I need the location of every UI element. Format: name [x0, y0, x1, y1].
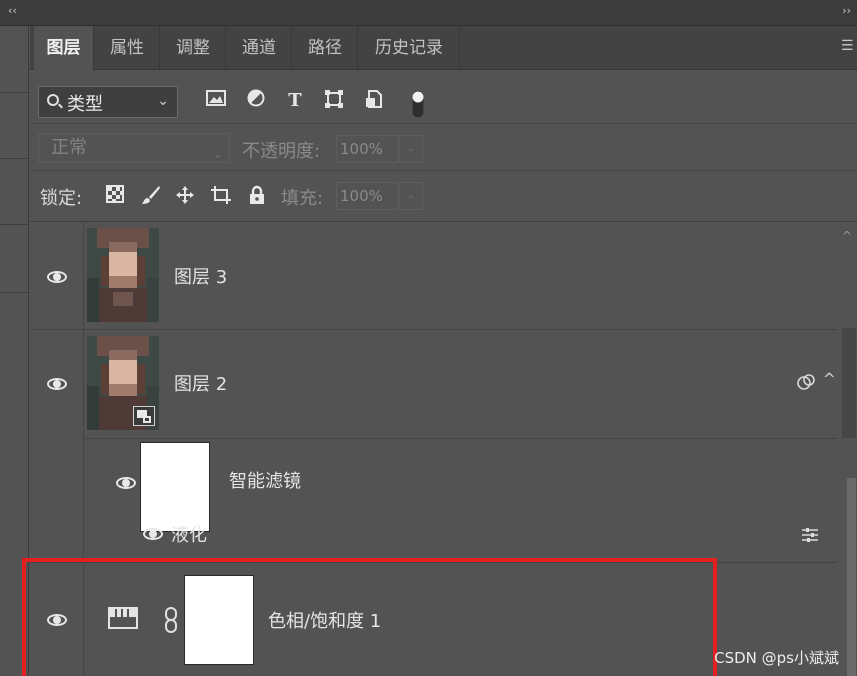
lock-artboard-icon[interactable]: [210, 185, 232, 207]
opacity-label: 不透明度:: [242, 141, 321, 162]
lock-transparent-icon[interactable]: [104, 185, 126, 207]
scrollbar-thumb[interactable]: [847, 478, 856, 676]
opacity-dropdown-button[interactable]: ⌄: [399, 135, 423, 163]
watermark: CSDN @ps小斌斌: [714, 649, 839, 667]
panel-tab-bar: 图层 属性 调整 通道 路径 历史记录 ☰: [30, 26, 857, 71]
layer-thumbnail: [87, 336, 159, 430]
blend-row: 正常 ⌄ 不透明度: 100% ⌄: [30, 125, 857, 171]
opacity-field[interactable]: 100%: [336, 135, 398, 163]
chevron-down-icon: ⌄: [212, 147, 223, 161]
blend-mode-label: 正常: [51, 137, 87, 158]
lock-image-icon[interactable]: [140, 185, 162, 207]
fill-label: 填充:: [281, 188, 324, 209]
panel-title-bar: ‹‹ ››: [0, 0, 857, 26]
visibility-eye-icon[interactable]: [47, 271, 67, 283]
panel-menu-icon[interactable]: ☰: [841, 38, 855, 54]
collapse-left-icon[interactable]: ‹‹: [8, 4, 17, 18]
shape-filter-icon[interactable]: [322, 89, 346, 113]
layer-row-3[interactable]: 图层 3: [30, 223, 837, 329]
scrollbar-track-segment: [842, 328, 856, 438]
chevron-down-icon: ⌄: [157, 93, 169, 109]
lock-position-icon[interactable]: [174, 185, 196, 207]
smart-filter-indicator-icon: [796, 373, 818, 391]
tab-layers[interactable]: 图层: [34, 26, 94, 71]
search-icon: [47, 94, 59, 106]
fill-field[interactable]: 100%: [336, 182, 398, 210]
smart-filter-row[interactable]: 智能滤镜 液化: [83, 439, 837, 546]
smart-filter-mask-thumbnail[interactable]: [140, 442, 210, 532]
fill-dropdown-button[interactable]: ⌄: [399, 182, 423, 210]
image-filter-icon[interactable]: [204, 89, 228, 113]
layer-row-2[interactable]: 图层 2 ^: [30, 330, 837, 438]
highlight-annotation: [22, 558, 717, 676]
lock-row: 锁定: 填充: 100% ⌄: [30, 172, 857, 222]
type-filter-icon[interactable]: T: [283, 89, 307, 113]
dock-divider: [0, 92, 29, 93]
tab-paths[interactable]: 路径: [293, 26, 358, 70]
collapse-effects-icon[interactable]: ^: [823, 370, 836, 388]
filter-blending-options-icon[interactable]: [801, 527, 819, 543]
smart-filter-label: 智能滤镜: [229, 471, 301, 492]
layer-thumbnail: [87, 228, 159, 322]
blend-mode-select[interactable]: 正常 ⌄: [38, 133, 230, 163]
layer-name: 图层 2: [174, 374, 228, 395]
dock-divider: [0, 224, 29, 225]
visibility-eye-icon[interactable]: [143, 528, 163, 540]
lock-all-icon[interactable]: [246, 185, 268, 207]
visibility-eye-icon[interactable]: [47, 378, 67, 390]
filter-kind-label: 类型: [67, 94, 103, 115]
tab-adjustments[interactable]: 调整: [161, 26, 226, 70]
visibility-eye-icon[interactable]: [116, 477, 136, 489]
filter-name: 液化: [171, 525, 207, 546]
filter-toggle-icon[interactable]: [406, 89, 430, 119]
lock-label: 锁定:: [40, 188, 83, 209]
layers-scrollbar[interactable]: ^: [837, 223, 857, 676]
tab-properties[interactable]: 属性: [95, 26, 160, 70]
filter-kind-select[interactable]: 类型 ⌄: [38, 86, 178, 118]
collapse-right-icon[interactable]: ››: [842, 4, 851, 18]
layer-name: 图层 3: [174, 267, 228, 288]
adjustment-filter-icon[interactable]: [244, 89, 268, 113]
tab-channels[interactable]: 通道: [227, 26, 292, 70]
filter-row: 类型 ⌄ T: [30, 72, 857, 124]
smart-object-filter-icon[interactable]: [362, 89, 386, 113]
scroll-up-icon[interactable]: ^: [842, 229, 852, 243]
dock-divider: [0, 158, 29, 159]
dock-divider: [0, 292, 29, 293]
tab-history[interactable]: 历史记录: [359, 26, 460, 70]
